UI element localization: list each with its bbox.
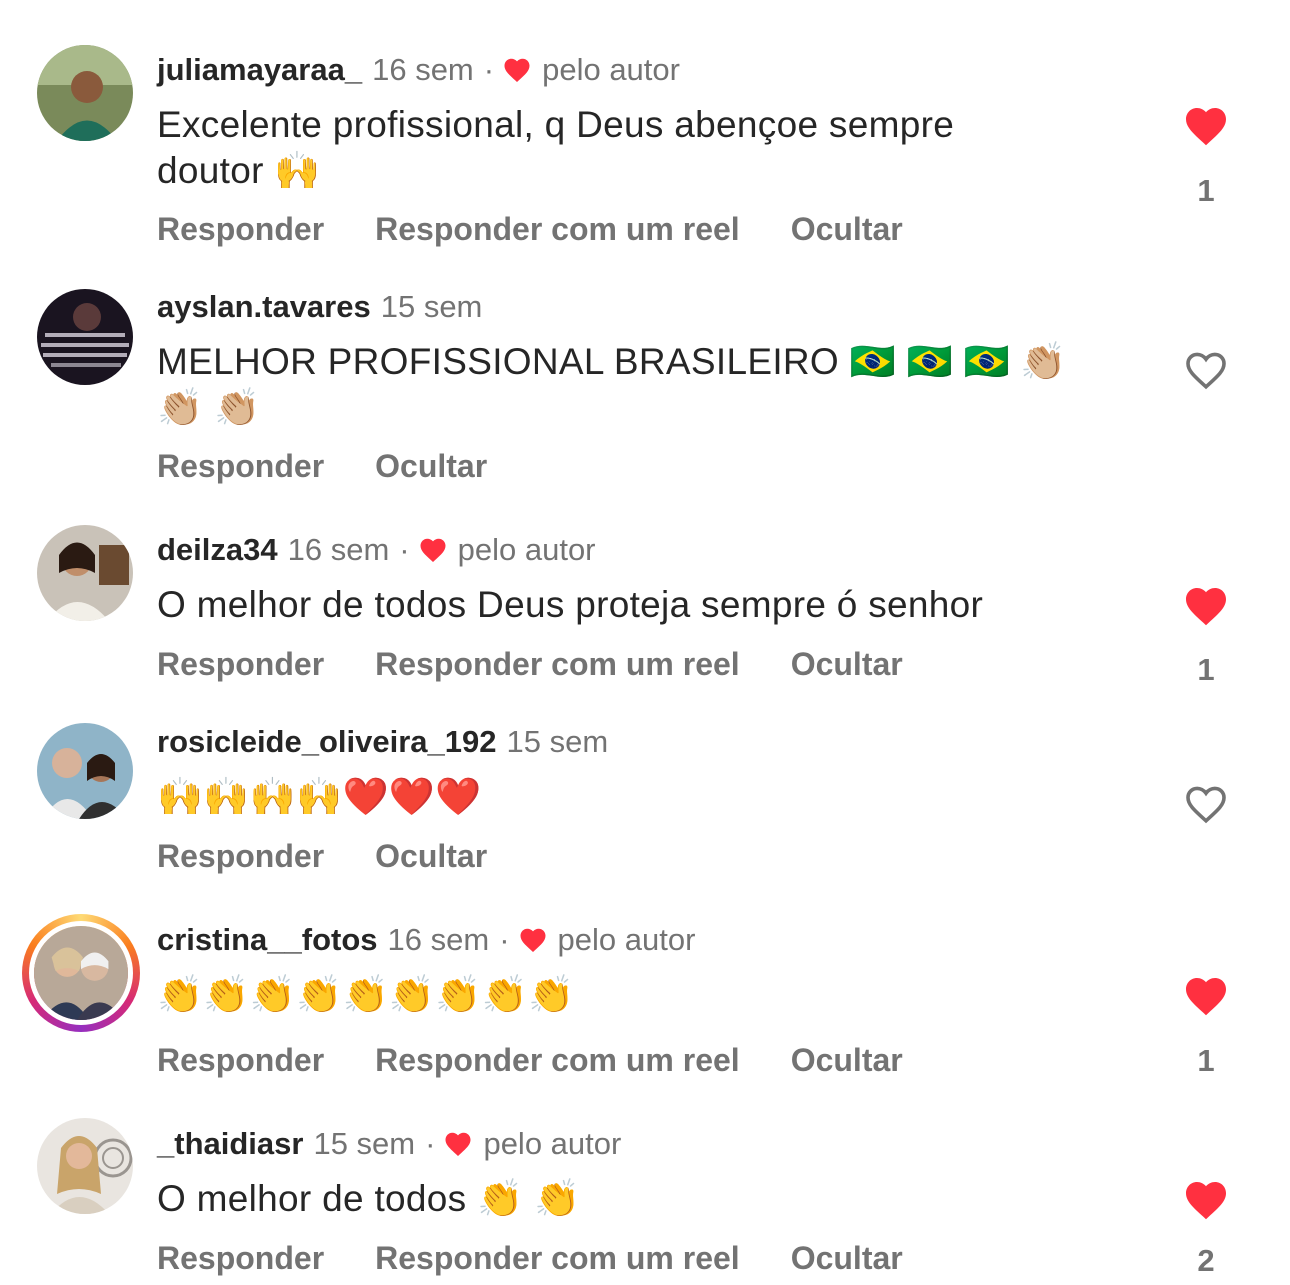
reply-button[interactable]: Responder bbox=[157, 211, 324, 248]
comment-time: 16 sem bbox=[372, 52, 474, 87]
comment-text: O melhor de todos Deus proteja sempre ó … bbox=[157, 584, 984, 625]
author-heart-icon bbox=[504, 58, 530, 82]
comment-time: 16 sem bbox=[287, 532, 390, 567]
author-heart-icon bbox=[420, 538, 446, 562]
avatar[interactable] bbox=[37, 723, 133, 819]
avatar[interactable] bbox=[37, 525, 133, 621]
comment-text: MELHOR PROFISSIONAL BRASILEIRO 🇧🇷 🇧🇷 🇧🇷 … bbox=[157, 341, 1067, 428]
username[interactable]: _thaidiasr bbox=[157, 1124, 303, 1164]
like-button[interactable] bbox=[1180, 346, 1232, 394]
username[interactable]: cristina__fotos bbox=[157, 920, 378, 960]
like-button[interactable] bbox=[1180, 1176, 1232, 1224]
reply-button[interactable]: Responder bbox=[157, 646, 324, 683]
like-count: 2 bbox=[1197, 1243, 1215, 1278]
like-count: 1 bbox=[1197, 652, 1215, 687]
avatar[interactable] bbox=[37, 45, 133, 141]
username[interactable]: rosicleide_oliveira_192 bbox=[157, 722, 497, 762]
reply-button[interactable]: Responder bbox=[157, 838, 324, 875]
avatar-story-ring[interactable] bbox=[22, 914, 140, 1032]
author-heart-icon bbox=[445, 1132, 471, 1156]
reply-button[interactable]: Responder bbox=[157, 1042, 324, 1079]
heart-outline-icon bbox=[1186, 352, 1226, 390]
liked-by-author-label: pelo autor bbox=[457, 532, 596, 567]
comment-time: 15 sem bbox=[313, 1126, 416, 1161]
reply-button[interactable]: Responder bbox=[157, 1240, 324, 1277]
hide-button[interactable]: Ocultar bbox=[791, 646, 903, 683]
heart-filled-icon bbox=[1186, 108, 1226, 146]
comment-time: 15 sem bbox=[506, 724, 609, 759]
comment-text: Excelente profissional, q Deus abençoe s… bbox=[157, 104, 955, 191]
like-button[interactable] bbox=[1180, 102, 1232, 150]
heart-filled-icon bbox=[1186, 978, 1226, 1016]
reply-with-reel-button[interactable]: Responder com um reel bbox=[375, 211, 740, 248]
heart-filled-icon bbox=[1186, 1182, 1226, 1220]
hide-button[interactable]: Ocultar bbox=[791, 1240, 903, 1277]
avatar[interactable] bbox=[37, 1118, 133, 1214]
liked-by-author-label: pelo autor bbox=[483, 1126, 622, 1161]
hide-button[interactable]: Ocultar bbox=[791, 211, 903, 248]
separator-dot: · bbox=[499, 922, 510, 957]
comment-time: 15 sem bbox=[380, 289, 483, 324]
liked-by-author-label: pelo autor bbox=[542, 52, 680, 87]
hide-button[interactable]: Ocultar bbox=[375, 838, 487, 875]
separator-dot: · bbox=[399, 532, 410, 567]
comment-time: 16 sem bbox=[387, 922, 490, 957]
avatar bbox=[29, 921, 133, 1025]
hide-button[interactable]: Ocultar bbox=[791, 1042, 903, 1079]
reply-with-reel-button[interactable]: Responder com um reel bbox=[375, 1240, 740, 1277]
username[interactable]: deilza34 bbox=[157, 530, 278, 570]
author-heart-icon bbox=[520, 928, 546, 952]
avatar[interactable] bbox=[37, 289, 133, 385]
separator-dot: · bbox=[483, 52, 495, 87]
like-button[interactable] bbox=[1180, 780, 1232, 828]
reply-button[interactable]: Responder bbox=[157, 448, 324, 485]
heart-outline-icon bbox=[1186, 786, 1226, 824]
reply-with-reel-button[interactable]: Responder com um reel bbox=[375, 646, 740, 683]
username[interactable]: ayslan.tavares bbox=[157, 287, 371, 327]
like-button[interactable] bbox=[1180, 972, 1232, 1020]
comment-text: O melhor de todos 👏 👏 bbox=[157, 1178, 581, 1219]
reply-with-reel-button[interactable]: Responder com um reel bbox=[375, 1042, 740, 1079]
like-button[interactable] bbox=[1180, 582, 1232, 630]
separator-dot: · bbox=[425, 1126, 436, 1161]
liked-by-author-label: pelo autor bbox=[557, 922, 696, 957]
hide-button[interactable]: Ocultar bbox=[375, 448, 487, 485]
comment-text: 👏👏👏👏👏👏👏👏👏 bbox=[157, 974, 575, 1015]
like-count: 1 bbox=[1197, 173, 1215, 208]
comment-text: 🙌🙌🙌🙌❤️❤️❤️ bbox=[157, 776, 482, 817]
like-count: 1 bbox=[1197, 1043, 1215, 1078]
heart-filled-icon bbox=[1186, 588, 1226, 626]
username[interactable]: juliamayaraa_ bbox=[157, 50, 362, 90]
